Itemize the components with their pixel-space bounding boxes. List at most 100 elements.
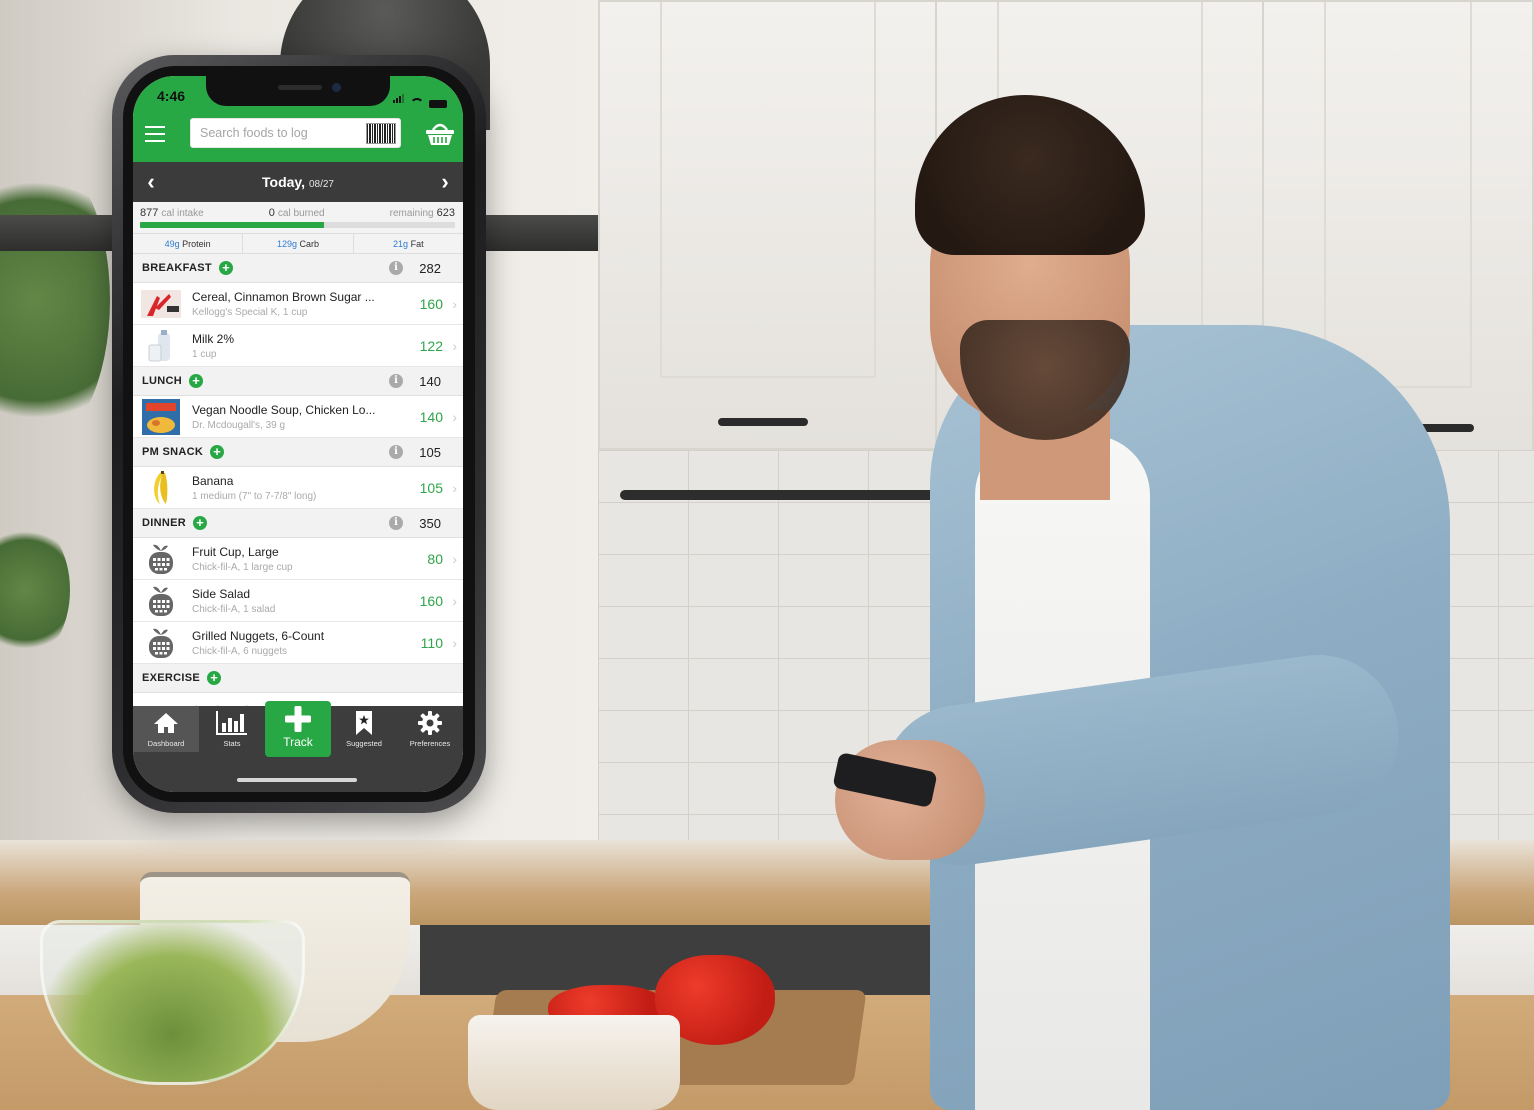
date-label: Today, bbox=[262, 174, 306, 190]
food-calories: 110 bbox=[420, 634, 443, 651]
generic-food-icon bbox=[141, 542, 181, 576]
bottom-tab-bar: Dashboard Stats Track Suggested Preferen… bbox=[133, 701, 463, 792]
add-food-button[interactable]: + bbox=[189, 374, 203, 388]
macro-breakdown: 49g Protein 129g Carb 21g Fat bbox=[133, 234, 463, 254]
food-item-row[interactable]: Cereal, Cinnamon Brown Sugar ... Kellogg'… bbox=[133, 283, 463, 325]
food-calories: 122 bbox=[419, 337, 443, 354]
search-input[interactable] bbox=[200, 126, 360, 140]
generic-food-icon bbox=[141, 584, 181, 618]
date-navigation: ‹ Today, 08/27 › bbox=[133, 162, 463, 202]
food-title: Fruit Cup, Large bbox=[192, 544, 279, 559]
tab-label: Suggested bbox=[346, 739, 382, 748]
bar-chart-icon bbox=[216, 711, 248, 735]
food-subtitle: 1 medium (7" to 7-7/8" long) bbox=[192, 490, 317, 502]
tab-dashboard[interactable]: Dashboard bbox=[133, 706, 199, 752]
tomato-bowl bbox=[468, 1015, 680, 1110]
section-total: 105 bbox=[419, 444, 441, 460]
date-title: Today, 08/27 bbox=[262, 174, 334, 190]
wifi-icon bbox=[410, 98, 424, 108]
food-title: Vegan Noodle Soup, Chicken Lo... bbox=[192, 402, 376, 417]
info-icon[interactable]: i bbox=[389, 261, 403, 275]
cal-burned: 0 cal burned bbox=[268, 207, 325, 219]
chevron-right-icon: › bbox=[452, 479, 457, 496]
status-time: 4:46 bbox=[157, 88, 186, 104]
chevron-right-icon: › bbox=[452, 592, 457, 609]
section-pm-snack: PM SNACK + i 105 bbox=[133, 438, 463, 467]
section-exercise: EXERCISE + bbox=[133, 664, 463, 693]
tab-label: Dashboard bbox=[147, 739, 185, 748]
section-lunch: LUNCH + i 140 bbox=[133, 367, 463, 396]
chevron-right-icon[interactable]: › bbox=[435, 169, 455, 195]
home-indicator bbox=[237, 778, 357, 782]
food-item-row[interactable]: Side Salad Chick-fil-A, 1 salad 160 › bbox=[133, 580, 463, 622]
soup-cup-icon bbox=[141, 398, 181, 435]
home-icon bbox=[153, 711, 179, 735]
section-title: DINNER bbox=[142, 517, 186, 529]
section-total: 140 bbox=[419, 373, 441, 389]
food-subtitle: Chick-fil-A, 1 salad bbox=[192, 603, 276, 615]
macro-fat[interactable]: 21g Fat bbox=[354, 234, 463, 253]
section-title: PM SNACK bbox=[142, 446, 204, 458]
search-bar bbox=[190, 118, 401, 148]
section-breakfast: BREAKFAST + i 282 bbox=[133, 254, 463, 283]
tab-track[interactable]: Track bbox=[265, 701, 331, 757]
food-title: Cereal, Cinnamon Brown Sugar ... bbox=[192, 289, 375, 304]
date-value: 08/27 bbox=[308, 179, 334, 190]
info-icon[interactable]: i bbox=[389, 374, 403, 388]
battery-icon bbox=[429, 100, 447, 108]
macro-protein[interactable]: 49g Protein bbox=[133, 234, 244, 253]
food-title: Side Salad bbox=[192, 586, 251, 601]
section-title: BREAKFAST bbox=[142, 262, 212, 274]
section-dinner: DINNER + i 350 bbox=[133, 509, 463, 538]
plus-icon bbox=[285, 706, 311, 732]
food-item-row[interactable]: Milk 2% 1 cup 122 › bbox=[133, 325, 463, 367]
chevron-left-icon[interactable]: ‹ bbox=[141, 169, 161, 195]
info-icon[interactable]: i bbox=[389, 516, 403, 530]
food-calories: 160 bbox=[419, 295, 443, 312]
add-food-button[interactable]: + bbox=[210, 445, 225, 459]
gear-icon bbox=[418, 711, 442, 735]
status-icons bbox=[393, 90, 447, 108]
tab-preferences[interactable]: Preferences bbox=[397, 706, 463, 752]
calorie-progress-bar bbox=[140, 222, 455, 228]
macro-carb[interactable]: 129g Carb bbox=[243, 234, 354, 253]
food-subtitle: Dr. Mcdougall's, 39 g bbox=[192, 419, 286, 431]
cal-remaining: remaining 623 bbox=[389, 207, 455, 219]
food-title: Banana bbox=[192, 473, 234, 488]
food-calories: 140 bbox=[419, 408, 443, 425]
food-item-row[interactable]: Banana 1 medium (7" to 7-7/8" long) 105 › bbox=[133, 467, 463, 509]
section-title: LUNCH bbox=[142, 375, 182, 387]
milk-icon bbox=[141, 329, 181, 363]
hamburger-menu-icon[interactable] bbox=[145, 126, 165, 142]
food-calories: 160 bbox=[419, 592, 443, 609]
cal-intake: 877 cal intake bbox=[140, 207, 204, 219]
food-subtitle: Chick-fil-A, 6 nuggets bbox=[192, 645, 288, 657]
food-subtitle: Kellogg's Special K, 1 cup bbox=[192, 306, 308, 318]
food-subtitle: Chick-fil-A, 1 large cup bbox=[192, 561, 293, 573]
food-item-row[interactable]: Vegan Noodle Soup, Chicken Lo... Dr. Mcdo… bbox=[133, 396, 463, 438]
generic-food-icon bbox=[141, 626, 181, 660]
barcode-icon[interactable] bbox=[366, 123, 396, 144]
basket-icon[interactable] bbox=[425, 120, 455, 146]
man-with-phone bbox=[820, 80, 1460, 1110]
meal-log: BREAKFAST + i 282 Cereal, Cinnamon Brown Sug… bbox=[133, 254, 463, 664]
phone-mockup: 4:46 ‹ bbox=[112, 55, 486, 813]
chevron-right-icon: › bbox=[452, 295, 457, 312]
food-title: Milk 2% bbox=[192, 331, 235, 346]
signal-icon bbox=[393, 90, 405, 108]
add-food-button[interactable]: + bbox=[218, 261, 233, 275]
food-calories: 105 bbox=[419, 479, 443, 496]
calorie-progress-fill bbox=[140, 222, 325, 228]
tab-label: Stats bbox=[223, 739, 241, 748]
info-icon[interactable]: i bbox=[389, 445, 403, 459]
add-exercise-button[interactable]: + bbox=[207, 671, 222, 685]
chevron-right-icon: › bbox=[452, 337, 457, 354]
food-item-row[interactable]: Fruit Cup, Large Chick-fil-A, 1 large cup… bbox=[133, 538, 463, 580]
bookmark-star-icon bbox=[355, 711, 373, 735]
add-food-button[interactable]: + bbox=[192, 516, 207, 530]
food-item-row[interactable]: Grilled Nuggets, 6-Count Chick-fil-A, 6 n… bbox=[133, 622, 463, 664]
tab-suggested[interactable]: Suggested bbox=[331, 706, 397, 752]
tab-stats[interactable]: Stats bbox=[199, 706, 265, 752]
chevron-right-icon: › bbox=[452, 408, 457, 425]
section-title: EXERCISE bbox=[142, 672, 201, 684]
